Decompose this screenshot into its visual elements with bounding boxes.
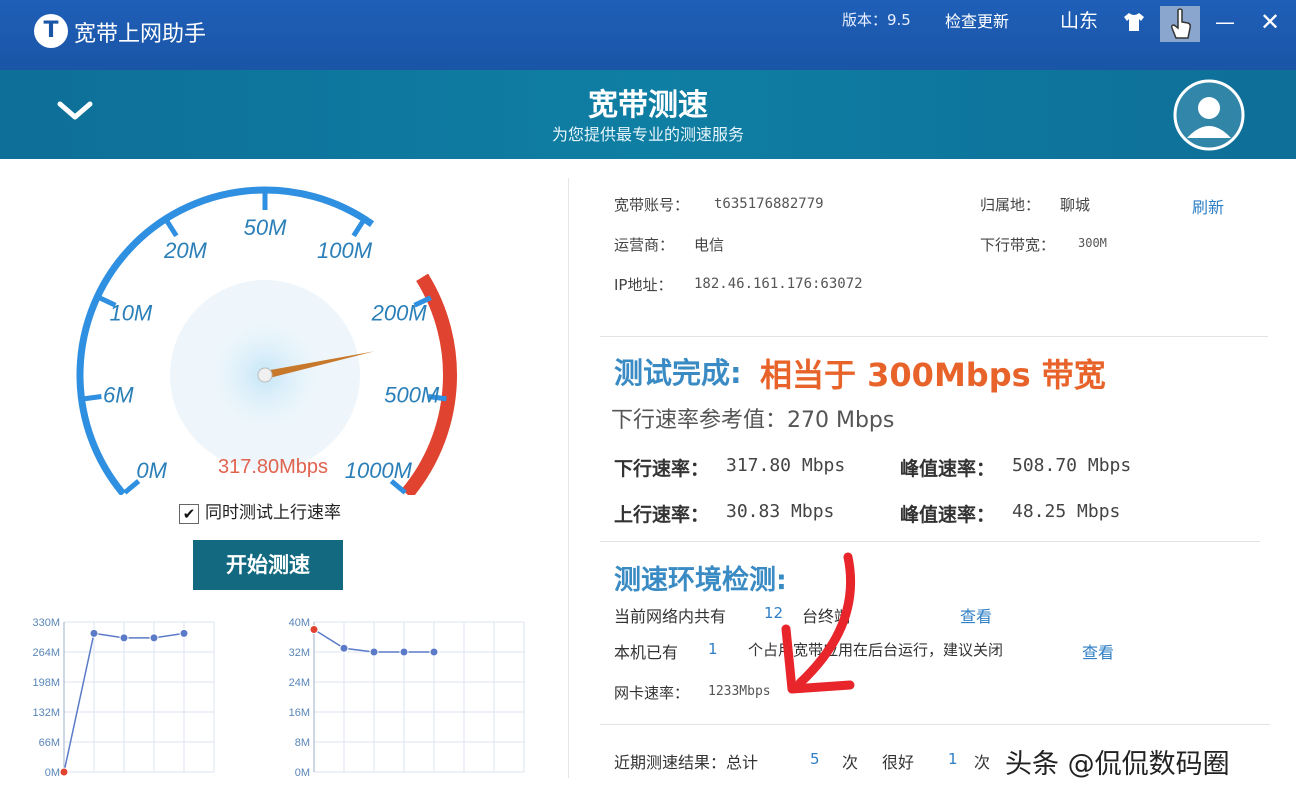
minimize-button[interactable]: — [1212, 10, 1238, 36]
page-subtitle: 为您提供最专业的测速服务 [551, 125, 744, 144]
y-tick-label: 40M [289, 617, 310, 629]
divider [600, 336, 1268, 337]
user-avatar-icon[interactable] [1172, 78, 1246, 152]
version-text: 版本：9.5 [842, 11, 911, 29]
isp-value: 电信 [694, 236, 725, 254]
upload-rate-label: 上行速率： [614, 504, 710, 526]
view-devices-link[interactable]: 查看 [960, 603, 992, 627]
y-tick-label: 264M [32, 647, 60, 659]
page-title: 宽带测速 [588, 88, 708, 123]
y-tick-label: 198M [32, 677, 60, 689]
menu-button[interactable] [1160, 6, 1200, 42]
account-value: t635176882779 [714, 196, 824, 212]
gauge-label: 500M [384, 382, 440, 407]
gauge-label: 100M [317, 238, 373, 263]
data-point [369, 647, 379, 657]
download-peak-value: 508.70 Mbps [1012, 455, 1132, 476]
upload-rate-value: 30.83 Mbps [726, 501, 835, 522]
download-rate-value: 317.80 Mbps [726, 455, 846, 476]
ip-value: 182.46.161.176:63072 [694, 276, 863, 292]
result-value: 相当于 300Mbps 带宽 [760, 356, 1106, 394]
gauge-label: 6M [103, 382, 134, 407]
gauge-label: 0M [136, 458, 167, 483]
app-title: 宽带上网助手 [74, 22, 207, 47]
refresh-link[interactable]: 刷新 [1192, 194, 1224, 218]
bandwidth-label: 下行带宽： [980, 236, 1056, 254]
download-chart-plot: 330M 264M 198M 132M 66M 0M [32, 617, 215, 779]
gauge-label: 200M [371, 300, 428, 325]
recent-results-label: 近期测速结果：总计 [614, 753, 759, 772]
download-chart: 330M 264M 198M 132M 66M 0M 40M 32M 24M 16M 8M 0M [32, 617, 525, 779]
ip-label: IP地址： [614, 276, 673, 294]
y-tick-label: 0M [45, 767, 60, 779]
apps-prefix: 本机已有 [614, 643, 679, 662]
y-tick-label: 66M [39, 737, 60, 749]
upload-peak-label: 峰值速率： [900, 504, 996, 526]
gauge-label: 50M [244, 215, 287, 240]
upload-chart-plot: 40M 32M 24M 16M 8M 0M [289, 617, 525, 779]
data-point [309, 625, 319, 634]
environment-title: 测速环境检测: [614, 565, 787, 596]
data-point [429, 647, 439, 657]
location-value: 聊城 [1060, 196, 1091, 214]
y-tick-label: 132M [32, 707, 60, 719]
recent-total: 5 [810, 750, 820, 768]
view-apps-link[interactable]: 查看 [1082, 639, 1114, 663]
upload-test-label: 同时测试上行速率 [205, 503, 341, 523]
y-tick-label: 8M [295, 737, 310, 749]
start-test-button[interactable]: 开始测速 [193, 540, 343, 590]
location-label: 归属地： [980, 196, 1041, 214]
skin-shirt-icon[interactable] [1122, 12, 1146, 32]
divider [600, 541, 1260, 542]
data-point [149, 633, 159, 643]
checkmark-icon: ✔ [182, 505, 196, 523]
divider [600, 724, 1270, 725]
gauge-tick [351, 219, 366, 238]
bandwidth-value: 300M [1078, 236, 1107, 250]
recent-unit: 次 [842, 753, 859, 772]
recent-good: 1 [948, 750, 958, 768]
close-button[interactable]: ✕ [1256, 8, 1284, 36]
gauge-label: 20M [163, 238, 207, 263]
nic-value: 1233Mbps [708, 684, 771, 699]
data-point [179, 628, 189, 638]
data-point [89, 628, 99, 638]
y-tick-label: 32M [289, 647, 310, 659]
download-peak-label: 峰值速率： [900, 458, 996, 480]
data-point [399, 647, 409, 657]
y-tick-label: 330M [32, 617, 60, 629]
isp-label: 运营商： [614, 236, 675, 254]
nic-label: 网卡速率： [614, 684, 690, 702]
gauge-tick [164, 219, 179, 238]
red-arrow-annotation [781, 552, 856, 694]
gauge-label: 1000M [345, 458, 413, 483]
recent-unit: 次 [974, 753, 991, 772]
vertical-divider [568, 178, 569, 778]
upload-test-checkbox[interactable]: ✔ [179, 504, 199, 524]
apps-count: 1 [708, 640, 718, 658]
y-tick-label: 0M [295, 767, 310, 779]
data-point [59, 767, 69, 777]
check-update-link[interactable]: 检查更新 [945, 8, 1009, 32]
gauge-tick [83, 394, 102, 402]
gauge-hub [257, 367, 273, 383]
account-label: 宽带账号： [614, 196, 690, 214]
result-label: 测试完成: [614, 356, 742, 390]
y-tick-label: 24M [289, 677, 310, 689]
data-point [339, 643, 349, 653]
recent-good-label: 很好 [882, 753, 915, 772]
download-rate-label: 下行速率： [614, 458, 710, 480]
region-label: 山东 [1060, 10, 1099, 32]
gauge-reading: 317.80Mbps [218, 456, 328, 478]
data-point [119, 633, 129, 643]
app-logo-icon: T [34, 14, 68, 48]
speed-gauge: 0M 6M 10M 20M 50M 100M 200M 500M 1000M 317.80Mbp… [76, 186, 457, 495]
watermark: 头条 @侃侃数码圈 [1005, 749, 1230, 780]
reference-rate: 下行速率参考值：270 Mbps [611, 408, 895, 433]
pointer-hand-icon [1171, 8, 1191, 39]
y-tick-label: 16M [289, 707, 310, 719]
upload-peak-value: 48.25 Mbps [1012, 501, 1121, 522]
devices-prefix: 当前网络内共有 [614, 607, 727, 626]
gauge-label: 10M [109, 300, 152, 325]
